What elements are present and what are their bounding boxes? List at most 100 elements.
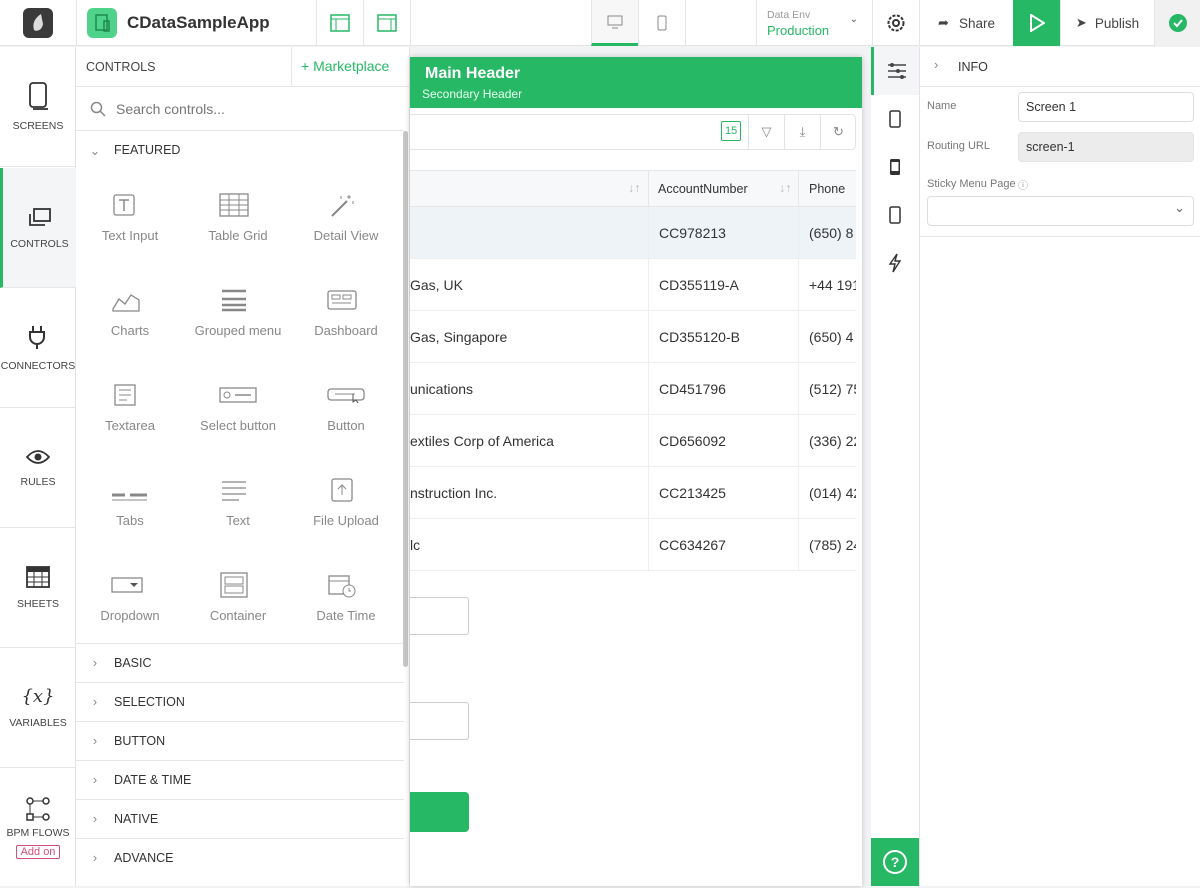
category-item[interactable]: › DATE & TIME (76, 760, 404, 799)
info-section-header[interactable]: › INFO (920, 47, 1200, 87)
category-item[interactable]: › BUTTON (76, 721, 404, 760)
left-nav: SCREENS CONTROLS CONNECTORS RULES SHEETS… (0, 47, 76, 886)
page-header: Main Header Secondary Header (410, 57, 862, 108)
control-detail-view[interactable]: Detail View (292, 192, 400, 243)
search-input[interactable] (116, 98, 376, 120)
control-tabs[interactable]: Tabs (76, 477, 184, 528)
control-container[interactable]: Container (184, 572, 292, 623)
table-row[interactable]: extiles Corp of America CD656092 (336) 22 (410, 415, 856, 467)
input-field[interactable] (410, 597, 469, 635)
column-header[interactable]: AccountNumber (658, 182, 748, 196)
settings-icon[interactable] (872, 0, 919, 46)
control-text[interactable]: Text (184, 477, 292, 528)
table-header: ↓↑ AccountNumber ↓↑ Phone (410, 170, 856, 207)
control-textarea[interactable]: Textarea (76, 382, 184, 433)
text-input-icon (113, 194, 135, 216)
submit-button[interactable] (410, 792, 469, 832)
add-on-badge: Add on (15, 845, 61, 859)
category-featured[interactable]: ⌄ FEATURED (76, 130, 404, 169)
desktop-view-icon[interactable] (591, 0, 638, 46)
text-icon (222, 481, 246, 501)
lightning-icon[interactable] (871, 239, 919, 287)
nav-rules[interactable]: RULES (0, 408, 76, 528)
chevron-right-icon: › (92, 656, 98, 670)
chevron-right-icon: › (934, 57, 939, 72)
grid-toolbar: 15 ▽ ⤓ ↻ (410, 114, 856, 150)
nav-bpm-flows[interactable]: BPM FLOWS Add on (0, 768, 76, 888)
right-layout-icon[interactable] (363, 0, 410, 46)
table-row[interactable]: Gas, Singapore CD355120-B (650) 4 (410, 311, 856, 363)
share-icon: ➦ (938, 15, 949, 30)
plug-icon (29, 325, 45, 349)
category-item[interactable]: › SELECTION (76, 682, 404, 721)
phone-icon[interactable] (871, 191, 919, 239)
control-grouped-menu[interactable]: Grouped menu (184, 287, 292, 338)
table-row[interactable]: CC978213 (650) 8 (410, 207, 856, 259)
left-layout-icon[interactable] (316, 0, 363, 46)
control-dropdown[interactable]: Dropdown (76, 572, 184, 623)
mobile-view-icon[interactable] (638, 0, 685, 46)
control-charts[interactable]: Charts (76, 287, 184, 338)
properties-icon[interactable] (871, 47, 919, 95)
category-item[interactable]: › NATIVE (76, 799, 404, 838)
charts-icon (112, 294, 140, 312)
chevron-right-icon: › (92, 695, 98, 709)
control-select-button[interactable]: Select button (184, 382, 292, 433)
date-time-icon (328, 575, 356, 598)
chevron-right-icon: › (92, 773, 98, 787)
control-text-input[interactable]: Text Input (76, 192, 184, 243)
nav-screens[interactable]: SCREENS (0, 47, 76, 167)
svg-text:?: ? (891, 854, 900, 870)
search-controls[interactable] (76, 88, 410, 130)
help-icon: ? (883, 850, 907, 874)
column-header[interactable]: Phone (809, 182, 845, 196)
button-icon (327, 388, 365, 404)
control-table-grid[interactable]: Table Grid (184, 192, 292, 243)
nav-sheets[interactable]: SHEETS (0, 528, 76, 648)
name-field[interactable]: Screen 1 (1018, 92, 1194, 122)
help-button[interactable]: ? (871, 838, 919, 886)
status-check-icon (1154, 0, 1200, 46)
table-grid-icon (219, 193, 249, 217)
sort-icon[interactable]: ↓↑ (779, 181, 792, 195)
control-dashboard[interactable]: Dashboard (292, 287, 400, 338)
filter-icon[interactable]: ▽ (748, 115, 784, 149)
nav-connectors[interactable]: CONNECTORS (0, 288, 76, 408)
download-icon[interactable]: ⤓ (784, 115, 820, 149)
dropdown-icon (111, 577, 143, 593)
sheet-icon (26, 565, 50, 588)
file-upload-icon (331, 478, 353, 502)
table-row[interactable]: nstruction Inc. CC213425 (014) 42 (410, 467, 856, 519)
refresh-icon[interactable]: ↻ (820, 115, 856, 149)
tablet-icon[interactable] (871, 95, 919, 143)
chevron-down-icon: ⌄ (89, 143, 101, 158)
category-item[interactable]: › BASIC (76, 643, 404, 682)
nav-variables[interactable]: {x} VARIABLES (0, 648, 76, 768)
control-button[interactable]: Button (292, 382, 400, 433)
publish-button[interactable]: ➤ Publish (1060, 0, 1154, 46)
search-icon (90, 101, 106, 117)
data-env-select[interactable]: Data Env Production ⌄ (756, 0, 872, 46)
tabs-icon (112, 493, 147, 501)
info-panel: › INFO Name Screen 1 Routing URL screen-… (920, 47, 1200, 886)
control-file-upload[interactable]: File Upload (292, 477, 400, 528)
mobile-icon[interactable] (871, 143, 919, 191)
scrollbar[interactable] (403, 131, 408, 667)
table-row[interactable]: lc CC634267 (785) 24 (410, 519, 856, 571)
table-row[interactable]: unications CD451796 (512) 75 (410, 363, 856, 415)
info-tooltip-icon[interactable]: ⓘ (1018, 177, 1028, 192)
table-row[interactable]: Gas, UK CD355119-A +44 191 (410, 259, 856, 311)
nav-controls[interactable]: CONTROLS (0, 168, 76, 288)
category-item[interactable]: › ADVANCE (76, 838, 404, 877)
logo[interactable] (0, 0, 76, 46)
marketplace-link[interactable]: + Marketplace (301, 58, 389, 74)
run-button[interactable] (1013, 0, 1060, 46)
input-field[interactable] (410, 702, 469, 740)
share-button[interactable]: ➦ Share (919, 0, 1013, 46)
chevron-down-icon: ⌄ (1174, 200, 1185, 215)
detail-view-icon (331, 195, 354, 217)
control-date-time[interactable]: Date Time (292, 572, 400, 623)
app-icon (87, 8, 117, 38)
sticky-menu-select[interactable]: ⌄ (927, 196, 1194, 226)
sort-icon[interactable]: ↓↑ (628, 181, 641, 195)
